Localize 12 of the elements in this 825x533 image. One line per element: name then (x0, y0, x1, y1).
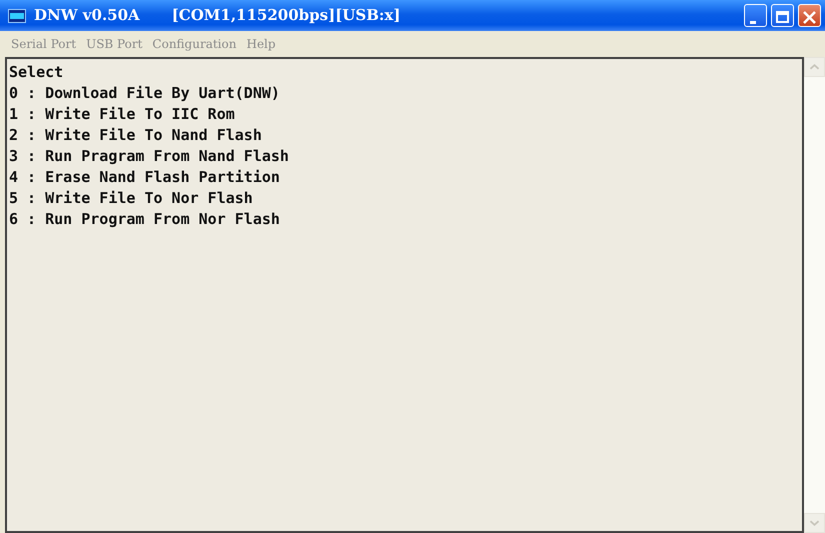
app-icon (8, 8, 26, 22)
minimize-button[interactable] (744, 4, 767, 27)
menu-item[interactable]: USB Port (81, 35, 148, 53)
menu-item[interactable]: Serial Port (6, 35, 82, 53)
menu-item[interactable]: Help (241, 35, 281, 53)
connection-status: [COM1,115200bps][USB:x] (172, 5, 400, 26)
terminal-output: Select 0 : Download File By Uart(DNW) 1 : Write File To IIC Rom 2 : Write File To Nand Flash 3 : Run Pragram From Nand Flash 4 : Erase Nand Flash Partition 5 : Write File To Nor Flash 6 : Run Program From Nor Flash (5, 57, 804, 533)
close-button[interactable] (798, 4, 821, 27)
maximize-button[interactable] (771, 4, 794, 27)
menu-item[interactable]: Configuration (147, 35, 242, 53)
minimize-icon (750, 20, 756, 24)
window-title: DNW v0.50A (34, 5, 140, 26)
